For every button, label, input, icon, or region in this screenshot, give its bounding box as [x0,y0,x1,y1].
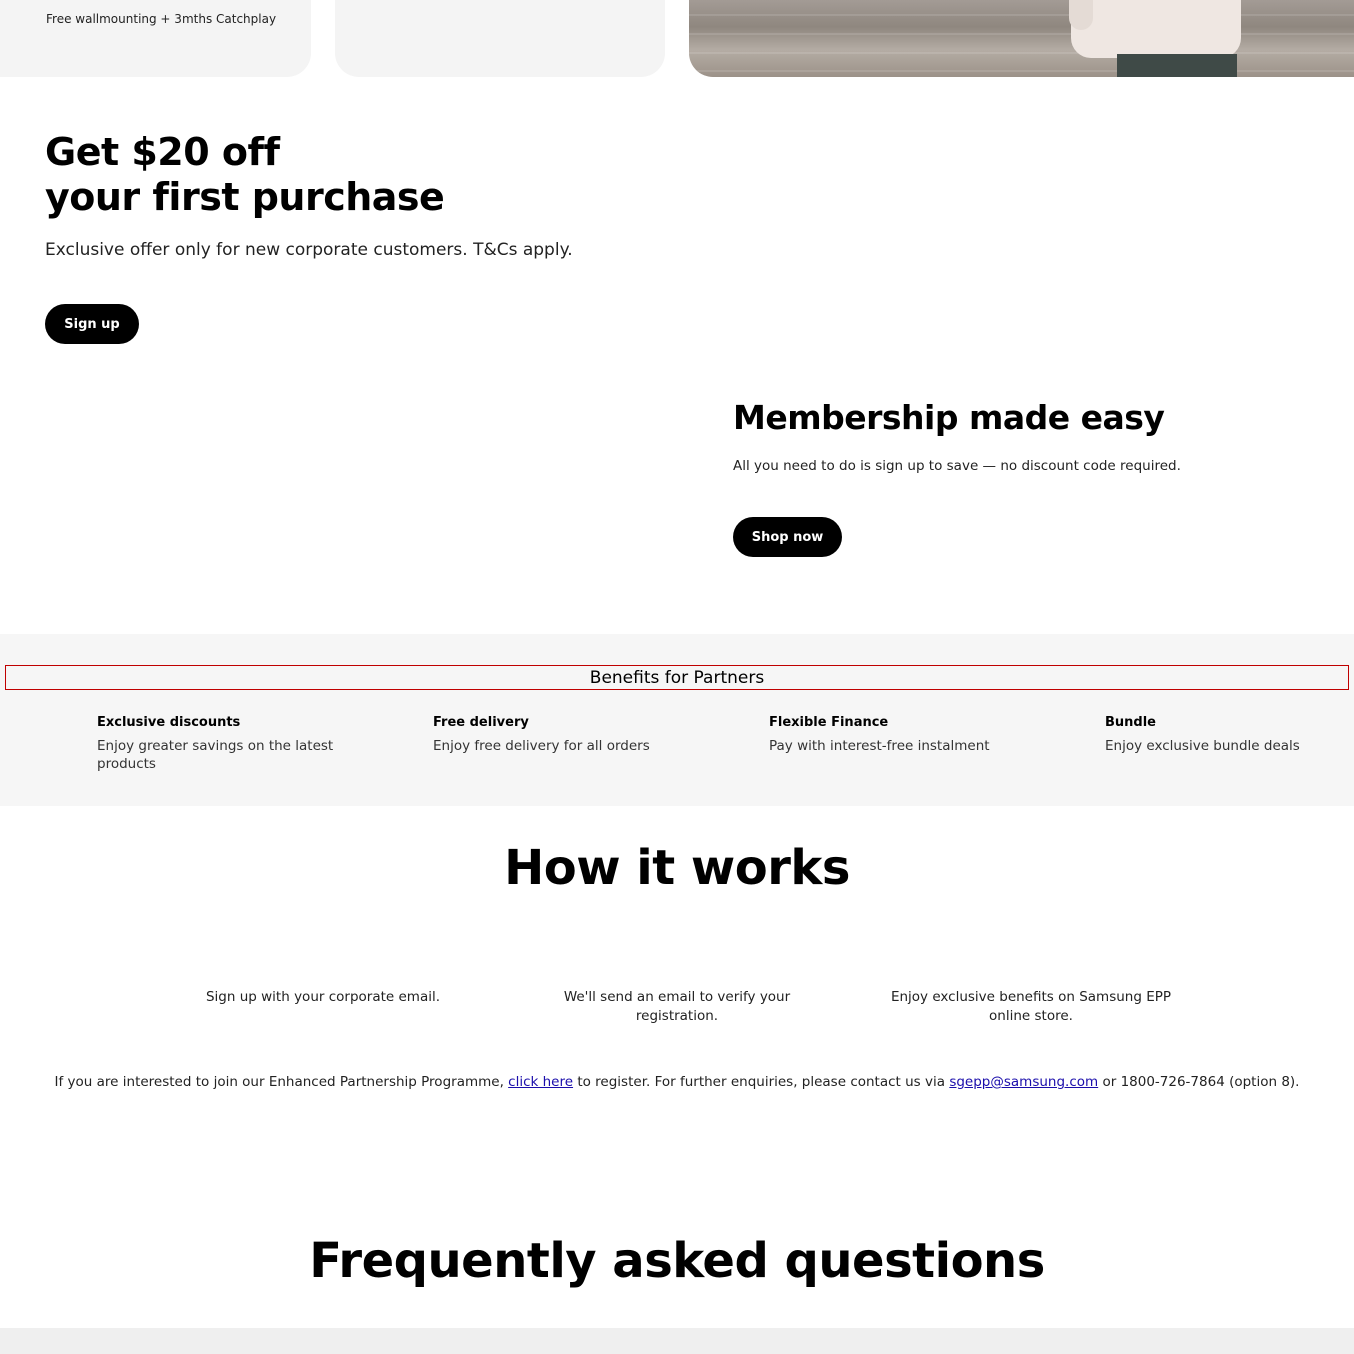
benefit-description: Enjoy exclusive bundle deals [1105,738,1300,754]
enquiry-text-after: or 1800-726-7864 (option 8). [1098,1074,1300,1090]
benefit-description: Pay with interest-free instalment [769,738,990,754]
benefit-description: Enjoy free delivery for all orders [433,738,650,754]
membership-description: All you need to do is sign up to save — … [733,458,1181,474]
how-step-3: Enjoy exclusive benefits on Samsung EPP … [890,989,1172,1024]
offer-title: Get $20 off your first purchase [45,130,445,220]
benefit-description: Enjoy greater savings on the latest prod… [97,738,334,772]
shop-now-button[interactable]: Shop now [733,517,842,557]
promo-card-image[interactable] [689,0,1354,77]
promo-cards-strip: Free wallmounting + 3mths Catchplay [0,0,1354,77]
offer-description: Exclusive offer only for new corporate c… [45,240,573,260]
enquiry-text: If you are interested to join our Enhanc… [0,1074,1354,1090]
register-link[interactable]: click here [508,1074,573,1090]
enquiry-text-before: If you are interested to join our Enhanc… [54,1074,509,1090]
promo-card-2[interactable] [335,0,665,77]
enquiry-text-middle: to register. For further enquiries, plea… [573,1074,950,1090]
benefits-section: Benefits for Partners Exclusive discount… [0,634,1354,806]
benefit-title: Bundle [1105,715,1156,730]
benefit-title: Exclusive discounts [97,715,241,730]
benefits-title: Benefits for Partners [5,665,1349,690]
benefit-item: Free delivery Enjoy free delivery for al… [433,714,683,755]
sign-up-button[interactable]: Sign up [45,304,139,344]
person-photo [1071,0,1241,58]
benefit-title: Flexible Finance [769,715,889,730]
membership-title: Membership made easy [733,398,1165,437]
offer-title-line1: Get $20 off [45,130,280,174]
benefit-title: Free delivery [433,715,529,730]
how-step-2: We'll send an email to verify your regis… [563,989,791,1024]
benefit-item: Bundle Enjoy exclusive bundle deals [1105,714,1354,755]
faq-title: Frequently asked questions [309,1233,1045,1289]
faq-accordion-top[interactable] [0,1328,1354,1354]
how-step-1: Sign up with your corporate email. [205,989,441,1005]
benefit-item: Flexible Finance Pay with interest-free … [769,714,1019,755]
email-link[interactable]: sgepp@samsung.com [949,1074,1098,1090]
how-it-works-title: How it works [504,840,850,896]
offer-title-line2: your first purchase [45,175,445,219]
promo-card-1[interactable]: Free wallmounting + 3mths Catchplay [0,0,311,77]
benefit-item: Exclusive discounts Enjoy greater saving… [97,714,347,773]
promo-card-caption: Free wallmounting + 3mths Catchplay [46,12,277,26]
